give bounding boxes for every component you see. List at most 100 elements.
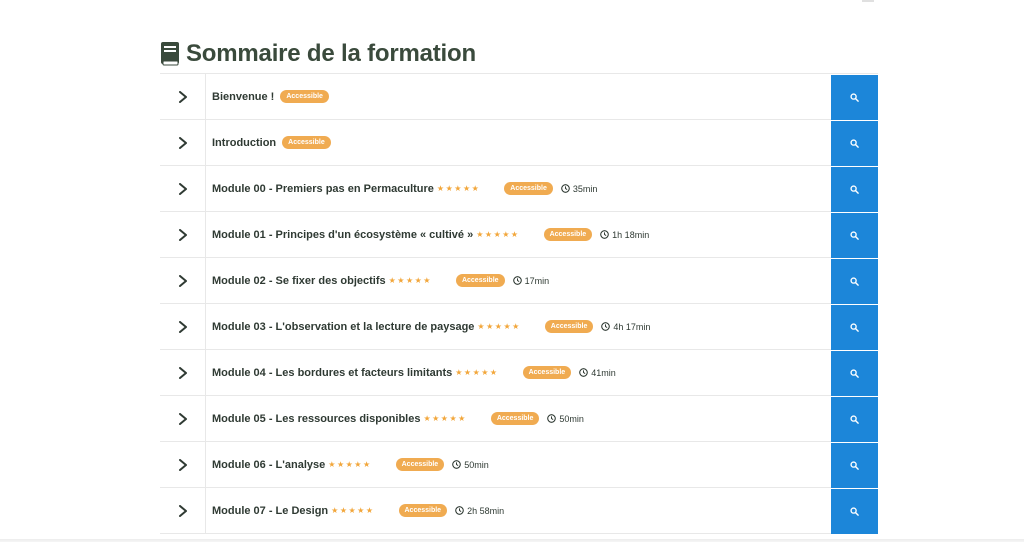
module-content: Module 06 - L'analyse ★★★★★ Accessible 5… [206,442,831,487]
rating-stars: ★★★★★ [455,368,499,377]
expand-toggle[interactable] [160,442,206,487]
chevron-right-icon [178,320,187,333]
page-title: Sommaire de la formation [186,40,476,67]
module-list: Bienvenue ! Accessible Introduction Acce… [160,73,878,534]
search-button[interactable] [831,121,878,166]
chevron-right-icon [178,228,187,241]
status-badge: Accessible [522,366,572,379]
rating-stars: ★★★★★ [328,460,372,469]
duration-text: 17min [524,275,550,286]
duration-text: 4h 17min [613,321,651,332]
search-button[interactable] [831,305,878,350]
chevron-right-icon [178,182,187,195]
expand-toggle[interactable] [160,304,206,349]
expand-toggle[interactable] [160,212,206,257]
search-icon [850,323,859,332]
expand-toggle[interactable] [160,74,206,119]
search-button[interactable] [831,259,878,304]
module-content: Bienvenue ! Accessible [206,74,831,119]
clock-icon [547,414,557,423]
module-content: Module 07 - Le Design ★★★★★ Accessible 2… [206,488,831,533]
status-badge: Accessible [280,90,329,103]
rating-stars: ★★★★★ [423,414,467,423]
book-icon [161,42,179,66]
search-icon [850,507,859,516]
search-button[interactable] [831,75,878,120]
module-row: Module 03 - L'observation et la lecture … [160,304,878,350]
expand-toggle[interactable] [160,258,206,303]
duration: 1h 18min [600,230,649,240]
status-badge: Accessible [490,412,540,425]
rating-stars: ★★★★★ [476,230,520,239]
search-button[interactable] [831,489,878,534]
duration-text: 1h 18min [612,229,650,240]
chevron-right-icon [178,504,187,517]
module-row: Module 04 - Les bordures et facteurs lim… [160,350,878,396]
module-title[interactable]: Module 06 - L'analyse [212,459,325,471]
search-icon [850,461,859,470]
module-row: Module 00 - Premiers pas en Permaculture… [160,166,878,212]
duration-text: 41min [591,367,616,378]
search-button[interactable] [831,443,878,488]
status-badge: Accessible [543,228,593,241]
chevron-right-icon [178,274,187,287]
duration: 41min [579,368,616,378]
module-title[interactable]: Module 07 - Le Design [212,505,328,517]
module-title[interactable]: Module 05 - Les ressources disponibles [212,413,420,425]
module-row: Bienvenue ! Accessible [160,74,878,120]
module-title[interactable]: Bienvenue ! [212,91,274,103]
module-title[interactable]: Module 04 - Les bordures et facteurs lim… [212,367,452,379]
search-icon [850,369,859,378]
search-button[interactable] [831,167,878,212]
module-content: Module 04 - Les bordures et facteurs lim… [206,350,831,395]
chevron-right-icon [178,90,187,103]
expand-toggle[interactable] [160,350,206,395]
chevron-right-icon [178,366,187,379]
duration: 4h 17min [601,322,650,332]
duration-text: 35min [572,183,598,194]
chevron-right-icon [178,412,187,425]
clock-icon [561,184,570,193]
duration: 35min [561,183,598,194]
expand-toggle[interactable] [160,120,206,165]
module-title[interactable]: Introduction [212,137,276,149]
search-button[interactable] [831,397,878,442]
search-icon [850,93,859,102]
status-badge: Accessible [504,182,553,195]
rating-stars: ★★★★★ [388,276,432,285]
duration: 50min [452,460,489,470]
rating-stars: ★★★★★ [331,506,375,515]
status-badge: Accessible [395,458,445,471]
status-badge: Accessible [544,320,594,333]
module-content: Module 00 - Premiers pas en Permaculture… [206,166,831,211]
rating-stars: ★★★★★ [477,322,521,331]
duration-text: 50min [559,413,584,424]
clock-icon [455,506,464,515]
module-title[interactable]: Module 02 - Se fixer des objectifs [212,275,386,287]
module-content: Module 05 - Les ressources disponibles ★… [206,396,831,441]
module-title[interactable]: Module 00 - Premiers pas en Permaculture [212,183,434,195]
module-content: Module 03 - L'observation et la lecture … [206,304,831,349]
expand-toggle[interactable] [160,488,206,533]
search-icon [850,277,859,286]
expand-toggle[interactable] [160,166,206,211]
search-icon [850,231,859,240]
module-row: Module 06 - L'analyse ★★★★★ Accessible 5… [160,442,878,488]
duration-text: 50min [464,459,489,470]
page-heading: Sommaire de la formation [160,38,476,70]
module-content: Introduction Accessible [206,120,831,165]
status-badge: Accessible [282,136,331,149]
search-icon [850,415,859,424]
status-badge: Accessible [455,274,505,287]
module-row: Module 01 - Principes d'un écosystème « … [160,212,878,258]
module-title[interactable]: Module 03 - L'observation et la lecture … [212,321,474,333]
clock-icon [600,230,609,239]
clock-icon [452,460,462,469]
duration-text: 2h 58min [467,505,505,516]
search-button[interactable] [831,213,878,258]
module-title[interactable]: Module 01 - Principes d'un écosystème « … [212,229,473,241]
top-edge-mark [862,0,874,2]
expand-toggle[interactable] [160,396,206,441]
search-button[interactable] [831,351,878,396]
clock-icon [579,368,589,377]
